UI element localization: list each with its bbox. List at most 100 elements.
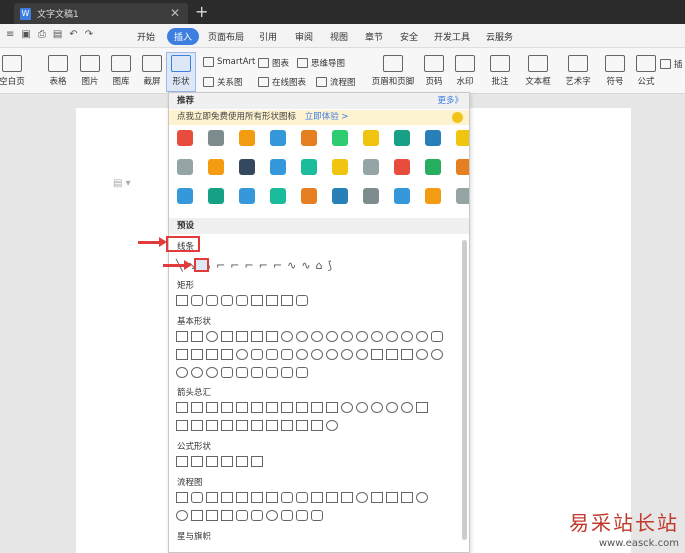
basic-shape-icon[interactable] (206, 367, 218, 378)
thumbs-up-icon[interactable] (425, 188, 441, 204)
globe-icon[interactable] (270, 188, 286, 204)
menu-insert[interactable]: 插入 (167, 28, 200, 45)
line-shape-icon[interactable]: ⟆ (328, 259, 332, 272)
arrow-shape-icon[interactable] (266, 402, 278, 413)
basic-shape-icon[interactable] (206, 349, 218, 360)
basic-shape-icon[interactable] (326, 349, 338, 360)
board-icon[interactable] (425, 130, 441, 146)
flowchart-button[interactable]: 流程图 (316, 76, 356, 88)
close-icon[interactable]: ✕ (170, 6, 180, 20)
database-icon[interactable] (208, 188, 224, 204)
basic-shape-icon[interactable] (296, 331, 308, 342)
document-tab[interactable]: W 文字文稿1 ✕ (14, 3, 188, 24)
magnifier-icon[interactable] (332, 130, 348, 146)
equal-shape-icon[interactable] (236, 456, 248, 467)
basic-shape-icon[interactable] (281, 367, 293, 378)
more-link[interactable]: 更多》 (437, 93, 463, 109)
panel-scrollbar[interactable] (462, 240, 467, 540)
arrow-shape-icon[interactable] (206, 402, 218, 413)
arrow-shape-icon[interactable] (326, 402, 338, 413)
flow-shape-icon[interactable] (296, 492, 308, 503)
arrow-shape-icon[interactable] (221, 402, 233, 413)
picture-button[interactable]: 图片 (76, 55, 104, 87)
book-icon[interactable] (394, 130, 410, 146)
basic-shape-icon[interactable] (416, 331, 428, 342)
basic-shape-icon[interactable] (176, 367, 188, 378)
paragraph-marker-icon[interactable]: ▤ ▾ (113, 178, 131, 189)
building-icon[interactable] (270, 159, 286, 175)
hourglass-icon[interactable] (363, 188, 379, 204)
warning-icon[interactable] (239, 130, 255, 146)
rect-shape-icon[interactable] (281, 295, 293, 306)
basic-shape-icon[interactable] (356, 349, 368, 360)
menu-chapter[interactable]: 章节 (365, 30, 383, 43)
flow-shape-icon[interactable] (176, 510, 188, 521)
basic-shape-icon[interactable] (311, 331, 323, 342)
flow-shape-icon[interactable] (296, 510, 308, 521)
basic-shape-icon[interactable] (266, 367, 278, 378)
redo-icon[interactable]: ↷ (85, 29, 93, 40)
line-shape-icon[interactable]: ⌐ (230, 259, 239, 272)
arrow-shape-icon[interactable] (176, 420, 188, 431)
arrow-shape-icon[interactable] (386, 402, 398, 413)
mindmap-button[interactable]: 思维导图 (297, 57, 345, 69)
flow-shape-icon[interactable] (266, 492, 278, 503)
flow-shape-icon[interactable] (416, 492, 428, 503)
flow-shape-icon[interactable] (281, 492, 293, 503)
menu-review[interactable]: 审阅 (295, 30, 313, 43)
flow-shape-icon[interactable] (221, 510, 233, 521)
flow-shape-icon[interactable] (251, 492, 263, 503)
line-shape-icon[interactable]: ⌐ (273, 259, 282, 272)
arrow-shape-icon[interactable] (191, 420, 203, 431)
calendar-2019-icon[interactable] (177, 130, 193, 146)
basic-shape-icon[interactable] (296, 349, 308, 360)
basic-shape-icon[interactable] (191, 367, 203, 378)
basic-shape-icon[interactable] (176, 331, 188, 342)
basic-shape-icon[interactable] (431, 349, 443, 360)
formula-button[interactable]: 公式 (632, 55, 660, 87)
rect-shape-icon[interactable] (221, 295, 233, 306)
basic-shape-icon[interactable] (311, 349, 323, 360)
basic-shape-icon[interactable] (371, 331, 383, 342)
basic-shape-icon[interactable] (281, 331, 293, 342)
rect-shape-icon[interactable] (236, 295, 248, 306)
undo-icon[interactable]: ↶ (69, 29, 77, 40)
shape-button[interactable]: 形状 (167, 55, 195, 87)
person-icon[interactable] (456, 159, 469, 175)
basic-shape-icon[interactable] (416, 349, 428, 360)
arrow-shape-icon[interactable] (326, 420, 338, 431)
rect-shape-icon[interactable] (191, 295, 203, 306)
arrow-shape-icon[interactable] (236, 420, 248, 431)
card-icon[interactable] (301, 188, 317, 204)
arrow-shape-icon[interactable] (221, 420, 233, 431)
medal-icon[interactable] (208, 159, 224, 175)
gallery-button[interactable]: 图库 (107, 55, 135, 87)
menu-view[interactable]: 视图 (330, 30, 348, 43)
plus-shape-icon[interactable] (176, 456, 188, 467)
flow-shape-icon[interactable] (386, 492, 398, 503)
basic-shape-icon[interactable] (221, 331, 233, 342)
message-icon[interactable] (394, 188, 410, 204)
table-button[interactable]: 表格 (44, 55, 72, 87)
basic-shape-icon[interactable] (431, 331, 443, 342)
flow-shape-icon[interactable] (191, 492, 203, 503)
basic-shape-icon[interactable] (341, 349, 353, 360)
basic-shape-icon[interactable] (206, 331, 218, 342)
basic-shape-icon[interactable] (371, 349, 383, 360)
clock-icon[interactable] (363, 159, 379, 175)
monitor-icon[interactable] (177, 159, 193, 175)
basic-shape-icon[interactable] (386, 349, 398, 360)
flow-shape-icon[interactable] (236, 492, 248, 503)
line-shape-icon[interactable]: ⌐ (259, 259, 268, 272)
basic-shape-icon[interactable] (341, 331, 353, 342)
line-shape-icon[interactable]: ⌐ (245, 259, 254, 272)
arrow-shape-icon[interactable] (281, 420, 293, 431)
flow-shape-icon[interactable] (371, 492, 383, 503)
arrow-shape-icon[interactable] (236, 402, 248, 413)
document-list-icon[interactable] (456, 188, 469, 204)
divide-shape-icon[interactable] (221, 456, 233, 467)
arrow-shape-icon[interactable] (296, 420, 308, 431)
menu-page-layout[interactable]: 页面布局 (208, 30, 244, 43)
recycle-icon[interactable] (425, 159, 441, 175)
save-icon[interactable]: ▣ (21, 29, 30, 40)
